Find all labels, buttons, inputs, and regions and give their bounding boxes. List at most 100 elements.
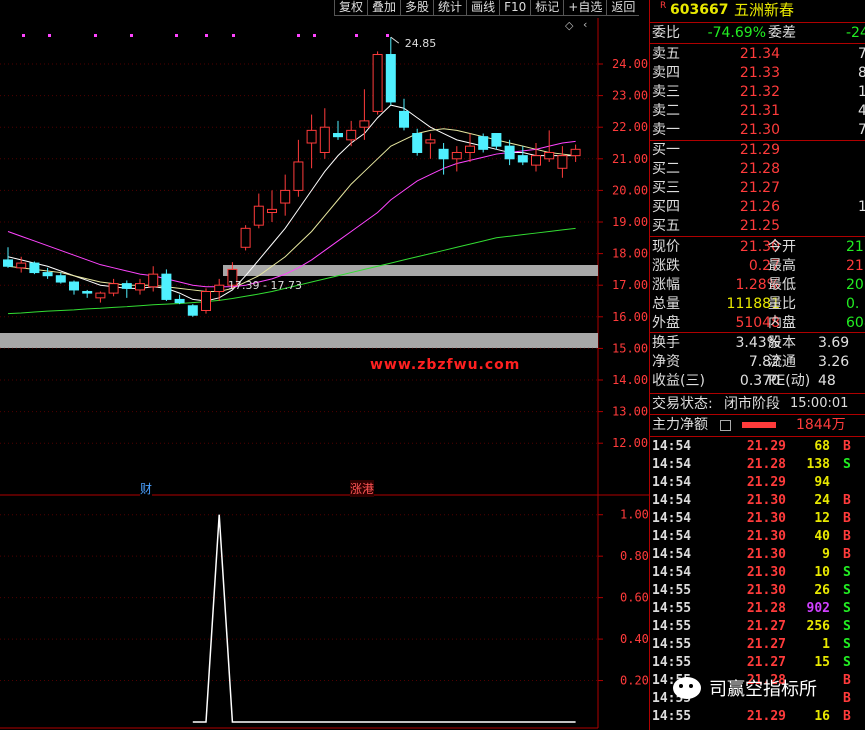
bid-row[interactable]: 买二 21.28 (650, 160, 865, 178)
tick-row: 14:55 21.28 902 S (652, 601, 851, 616)
net-bar (742, 422, 776, 428)
candle-down[interactable] (69, 281, 79, 291)
price-tick-label: 24.00 (612, 57, 648, 71)
ask-row[interactable]: 卖二 21.31 4 (650, 102, 865, 120)
ma-line-2 (7, 140, 576, 288)
candle-up[interactable] (16, 262, 27, 269)
collapse-icon[interactable]: ‹ (583, 18, 587, 31)
stat-row: 总量 111881 量比 0. (652, 296, 860, 312)
support-band (0, 333, 598, 348)
candle-up[interactable] (372, 54, 383, 112)
bid-row[interactable]: 买四 21.26 1 (650, 198, 865, 216)
candle-down[interactable] (29, 262, 40, 274)
bid-row[interactable]: 买五 21.25 (650, 217, 865, 235)
candle-down[interactable] (399, 110, 409, 128)
diamond-icon[interactable]: ◇ (565, 19, 573, 32)
marker-cai[interactable]: 财 (140, 480, 153, 497)
candle-up[interactable] (570, 148, 581, 157)
price-tick-label: 12.00 (612, 436, 648, 450)
status-row: 交易状态: 闭市阶段 15:00:01 (652, 396, 849, 412)
weibi-row: 委比 -74.69% 委差 -24 (652, 25, 865, 41)
tick-row: 14:54 21.30 9 B (652, 547, 851, 562)
tick-row: 14:54 21.30 24 B (652, 493, 851, 508)
candle-up[interactable] (359, 120, 370, 128)
candle-up[interactable] (108, 283, 119, 294)
candle-down[interactable] (333, 133, 343, 138)
candle-up[interactable] (306, 129, 317, 144)
ask-row[interactable]: 卖三 21.32 1 (650, 83, 865, 101)
signal-dot (386, 34, 389, 37)
ask-row[interactable]: 卖五 21.34 7 (650, 45, 865, 63)
quote-panel: R 603667 五洲新春 委比 -74.69% 委差 -24 卖五 21.34 7… (649, 0, 865, 730)
bid-row[interactable]: 买三 21.27 (650, 179, 865, 197)
candle-down[interactable] (517, 155, 528, 163)
price-tick-label: 21.00 (612, 152, 648, 166)
ind-tick-label: 0.20 (620, 674, 649, 688)
bid-row[interactable]: 买一 21.29 (650, 141, 865, 159)
signal-dot (175, 34, 178, 37)
brand-watermark: 司赢空指标所 (673, 675, 817, 701)
candle-up[interactable] (293, 161, 304, 191)
stat-row: 外盘51048内盘608 (652, 315, 865, 331)
candle-down[interactable] (42, 272, 53, 277)
candle-up[interactable] (451, 151, 462, 160)
candle-down[interactable] (161, 273, 172, 300)
candle-down[interactable] (121, 283, 132, 289)
candle-down[interactable] (385, 54, 396, 103)
tick-row: 14:55 21.27 1 S (652, 637, 851, 652)
signal-dot (313, 34, 316, 37)
candle-down[interactable] (478, 136, 489, 150)
candle-down[interactable] (55, 275, 66, 283)
wechat-icon (673, 677, 701, 699)
signal-dot (297, 34, 300, 37)
candle-down[interactable] (438, 148, 449, 160)
price-tick-label: 18.00 (612, 247, 648, 261)
candle-up[interactable] (214, 284, 225, 293)
candle-up[interactable] (531, 155, 541, 166)
price-tick-label: 19.00 (612, 215, 648, 229)
tick-row: 14:54 21.30 40 B (652, 529, 851, 544)
price-tick-label: 13.00 (612, 405, 648, 419)
doc-icon[interactable] (720, 420, 731, 431)
ind-tick-label: 0.80 (620, 549, 649, 563)
candle-up[interactable] (95, 292, 106, 299)
candle-down[interactable] (187, 305, 198, 316)
stock-name: 五洲新春 (734, 1, 795, 19)
tick-row: 14:55 21.27 256 S (652, 619, 851, 634)
price-tick-label: 14.00 (612, 373, 648, 387)
candle-down[interactable] (412, 133, 423, 153)
candle-up[interactable] (240, 227, 251, 248)
candle-down[interactable] (504, 145, 515, 160)
candle-up[interactable] (346, 129, 357, 141)
candle-up[interactable] (465, 145, 475, 153)
candle-up[interactable] (201, 291, 211, 311)
candle-up[interactable] (425, 139, 436, 144)
candle-down[interactable] (82, 291, 93, 294)
candle-up[interactable] (148, 273, 159, 288)
price-tick-label: 15.00 (612, 341, 648, 355)
candle-down[interactable] (3, 259, 13, 267)
signal-dot (355, 34, 358, 37)
candle-down[interactable] (491, 133, 502, 147)
stat2-row: 净资 7.82 流通 3.26 (652, 354, 850, 370)
price-tick-label: 17.00 (612, 278, 648, 292)
signal-dot (205, 34, 208, 37)
high-annotation: 24.85 (405, 37, 437, 50)
ask-row[interactable]: 卖一 21.30 7 (650, 121, 865, 139)
candle-up[interactable] (267, 208, 277, 214)
candle-up[interactable] (319, 126, 330, 153)
candle-up[interactable] (544, 151, 555, 160)
candle-up[interactable] (557, 155, 568, 169)
candle-up[interactable] (280, 189, 291, 204)
candle-up[interactable] (253, 205, 264, 226)
ind-tick-label: 1.00 (620, 508, 649, 522)
tick-row: 14:55 21.29 16 B (652, 709, 851, 724)
candle-down[interactable] (174, 298, 185, 304)
stat-row: 涨跌0.27最高21. (652, 258, 865, 274)
stock-code: 603667 (670, 2, 729, 18)
low-annotation: 17.39 - 17.73 (228, 279, 302, 292)
ask-row[interactable]: 卖四 21.33 8 (650, 64, 865, 82)
marker-zhanggang[interactable]: 涨港 (350, 480, 375, 497)
candle-up[interactable] (135, 283, 145, 291)
kline-chart[interactable]: 24.00 23.00 22.00 21.00 20.00 19.00 18.00 17.00… (0, 0, 649, 730)
